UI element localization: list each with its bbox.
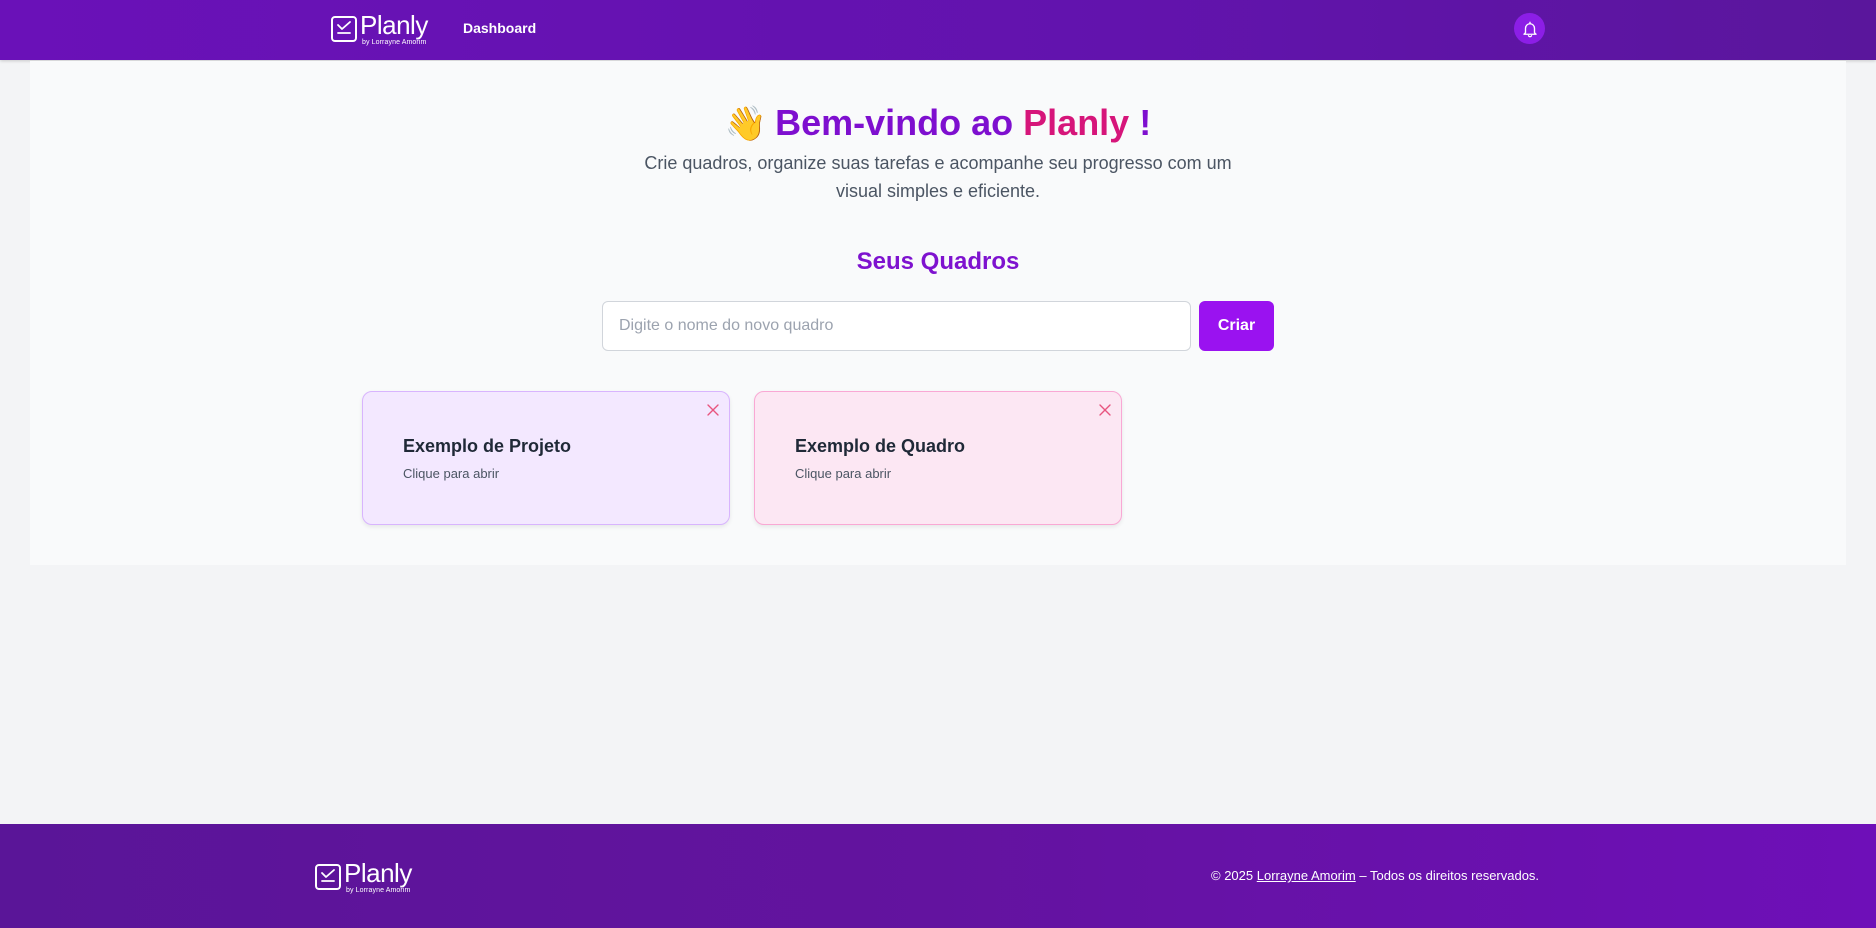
dashboard-main: 👋 Bem-vindo ao Planly ! Crie quadros, org…	[30, 61, 1846, 565]
checklist-icon	[331, 16, 357, 42]
logo-byline: by Lorrayne Amorim	[346, 887, 411, 894]
close-icon	[1099, 404, 1111, 416]
board-card-title: Exemplo de Projeto	[403, 436, 572, 456]
delete-board-button[interactable]	[703, 400, 723, 420]
bell-icon	[1521, 20, 1539, 38]
welcome-prefix: Bem-vindo ao	[775, 102, 1014, 143]
logo-byline: by Lorrayne Amorim	[362, 39, 427, 46]
welcome-subtitle: Crie quadros, organize suas tarefas e ac…	[644, 153, 1232, 201]
board-card-subtitle: Clique para abrir	[403, 466, 500, 481]
logo-text: Planly by Lorrayne Amorim	[344, 860, 412, 894]
author-link[interactable]: Lorrayne Amorim	[1257, 868, 1356, 883]
welcome-brand: Planly	[1023, 102, 1130, 143]
footer-logo[interactable]: Planly by Lorrayne Amorim	[315, 860, 412, 894]
top-navbar: Planly by Lorrayne Amorim Dashboard	[0, 0, 1876, 60]
logo-text: Planly by Lorrayne Amorim	[360, 12, 428, 46]
checklist-icon	[315, 864, 341, 890]
board-card-exemplo-de-projeto[interactable]: Exemplo de Projeto Clique para abrir	[362, 391, 730, 525]
nav-dashboard-link[interactable]: Dashboard	[463, 20, 536, 36]
create-board-button[interactable]: Criar	[1199, 301, 1274, 351]
welcome-exclamation: !	[1139, 102, 1152, 143]
delete-board-button[interactable]	[1095, 400, 1115, 420]
new-board-name-input[interactable]	[602, 301, 1191, 351]
waving-hand-icon: 👋	[724, 104, 768, 144]
page-footer: Planly by Lorrayne Amorim © 2025 Lorrayn…	[0, 824, 1876, 928]
copyright-text: © 2025 Lorrayne Amorim – Todos os direit…	[1211, 868, 1539, 883]
close-icon	[707, 404, 719, 416]
copyright-suffix: – Todos os direitos reservados.	[1359, 868, 1540, 883]
copyright-prefix: © 2025	[1211, 868, 1254, 883]
board-card-title: Exemplo de Quadro	[795, 436, 966, 456]
welcome-title: 👋 Bem-vindo ao Planly !	[30, 101, 1846, 146]
board-card-subtitle: Clique para abrir	[795, 466, 892, 481]
board-card-exemplo-de-quadro[interactable]: Exemplo de Quadro Clique para abrir	[754, 391, 1122, 525]
boards-section-title: Seus Quadros	[856, 248, 1020, 275]
notifications-button[interactable]	[1514, 13, 1545, 44]
header-logo[interactable]: Planly by Lorrayne Amorim	[331, 12, 428, 46]
logo-wordmark: Planly	[360, 10, 428, 40]
logo-wordmark: Planly	[344, 858, 412, 888]
